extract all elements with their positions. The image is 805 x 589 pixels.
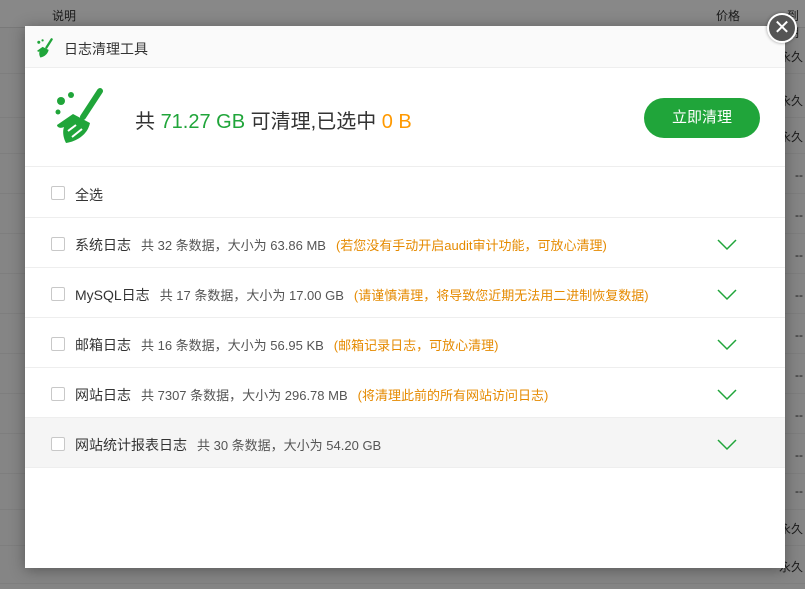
log-item-name: 网站统计报表日志 xyxy=(75,437,187,453)
log-item-info: 共 32 条数据，大小为 63.86 MB xyxy=(141,238,326,253)
log-item-checkbox[interactable] xyxy=(51,237,65,251)
summary-section: 共 71.27 GB 可清理,已选中 0 B 立即清理 xyxy=(25,68,785,167)
log-item-checkbox[interactable] xyxy=(51,387,65,401)
log-item-note: (将清理此前的所有网站访问日志) xyxy=(357,388,549,403)
log-item-info: 共 30 条数据，大小为 54.20 GB xyxy=(197,438,382,453)
summary-prefix: 共 xyxy=(135,111,161,133)
chevron-down-icon[interactable] xyxy=(717,337,737,351)
chevron-down-icon[interactable] xyxy=(717,237,737,251)
broom-icon xyxy=(37,38,53,58)
log-item-text: 系统日志共 32 条数据，大小为 63.86 MB (若您没有手动开启audit审… xyxy=(75,235,607,255)
select-all-row[interactable]: 全选 xyxy=(25,167,785,218)
selected-size: 0 B xyxy=(381,111,412,133)
log-item-name: 系统日志 xyxy=(75,237,131,253)
log-item-note: (若您没有手动开启audit审计功能，可放心清理) xyxy=(335,238,607,253)
log-item-info: 共 17 条数据，大小为 17.00 GB xyxy=(159,288,344,303)
log-item-info: 共 16 条数据，大小为 56.95 KB xyxy=(141,338,324,353)
log-item-name: MySQL日志 xyxy=(75,287,150,303)
log-item-info: 共 7307 条数据，大小为 296.78 MB xyxy=(141,388,348,403)
dialog-title: 日志清理工具 xyxy=(64,41,148,57)
clean-now-button[interactable]: 立即清理 xyxy=(644,98,760,138)
log-item-row[interactable]: 网站统计报表日志共 30 条数据，大小为 54.20 GB xyxy=(25,418,785,468)
log-item-checkbox[interactable] xyxy=(51,337,65,351)
log-item-row[interactable]: 系统日志共 32 条数据，大小为 63.86 MB (若您没有手动开启audit审… xyxy=(25,218,785,268)
total-size: 71.27 GB xyxy=(160,111,246,133)
close-button[interactable]: ✕ xyxy=(767,13,797,43)
log-item-checkbox[interactable] xyxy=(51,437,65,451)
log-item-row[interactable]: 邮箱日志共 16 条数据，大小为 56.95 KB (邮箱记录日志，可放心清理) xyxy=(25,318,785,368)
log-item-checkbox[interactable] xyxy=(51,287,65,301)
chevron-down-icon[interactable] xyxy=(717,437,737,451)
log-cleaner-dialog: 日志清理工具 共 71.27 GB 可清理,已选中 0 B 立即清理 全选 系统… xyxy=(25,26,785,568)
broom-large-icon xyxy=(55,88,103,143)
summary-middle: 可清理,已选中 xyxy=(245,111,382,133)
log-item-text: 网站日志共 7307 条数据，大小为 296.78 MB (将清理此前的所有网站访… xyxy=(75,385,548,405)
dialog-titlebar[interactable]: 日志清理工具 xyxy=(25,26,785,68)
log-item-text: MySQL日志共 17 条数据，大小为 17.00 GB (请谨慎清理，将导致您近… xyxy=(75,285,649,305)
select-all-label: 全选 xyxy=(75,187,103,203)
chevron-down-icon[interactable] xyxy=(717,287,737,301)
chevron-down-icon[interactable] xyxy=(717,387,737,401)
log-item-note: (请谨慎清理，将导致您近期无法用二进制恢复数据) xyxy=(353,288,649,303)
log-item-name: 网站日志 xyxy=(75,387,131,403)
log-item-row[interactable]: MySQL日志共 17 条数据，大小为 17.00 GB (请谨慎清理，将导致您近… xyxy=(25,268,785,318)
log-item-note: (邮箱记录日志，可放心清理) xyxy=(333,338,499,353)
log-item-name: 邮箱日志 xyxy=(75,337,131,353)
select-all-checkbox[interactable] xyxy=(51,186,65,200)
log-item-text: 邮箱日志共 16 条数据，大小为 56.95 KB (邮箱记录日志，可放心清理) xyxy=(75,335,498,355)
summary-text: 共 71.27 GB 可清理,已选中 0 B xyxy=(135,105,412,134)
log-item-text: 网站统计报表日志共 30 条数据，大小为 54.20 GB xyxy=(75,435,381,455)
log-item-row[interactable]: 网站日志共 7307 条数据，大小为 296.78 MB (将清理此前的所有网站访… xyxy=(25,368,785,418)
